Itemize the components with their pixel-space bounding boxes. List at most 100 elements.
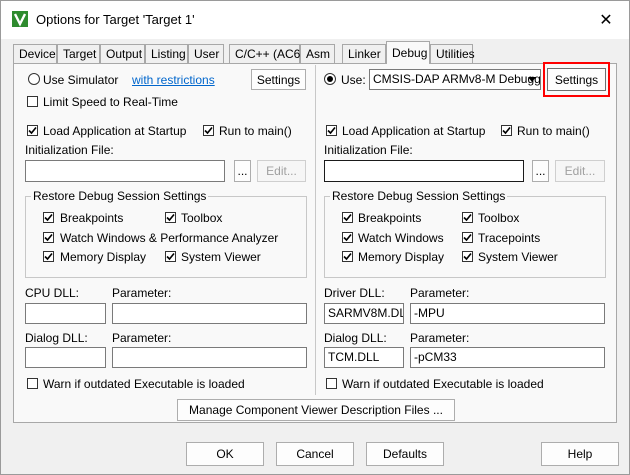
debugger-select[interactable]: CMSIS-DAP ARMv8-M Debugg [369, 69, 541, 90]
right-run-to-main-checkbox[interactable] [501, 125, 512, 136]
checkmark-icon [463, 213, 472, 222]
dialog-dll-label: Dialog DLL: [25, 331, 88, 345]
cpu-dll-label: CPU DLL: [25, 286, 80, 300]
cpu-param-input[interactable] [112, 303, 307, 324]
checkmark-icon [28, 126, 37, 135]
toolbox-label: Toolbox [181, 211, 223, 225]
right-toolbox-checkbox[interactable] [462, 212, 473, 223]
use-label: Use: [341, 73, 366, 87]
right-watch-windows-checkbox[interactable] [342, 232, 353, 243]
breakpoints-checkbox[interactable] [43, 212, 54, 223]
checkmark-icon [166, 252, 175, 261]
help-button[interactable]: Help [541, 442, 619, 466]
tab-debug[interactable]: Debug [386, 41, 430, 64]
watch-windows-checkbox[interactable] [43, 232, 54, 243]
init-file-label: Initialization File: [25, 143, 114, 157]
checkmark-icon [502, 126, 511, 135]
tab-linker[interactable]: Linker [342, 44, 386, 63]
right-tracepoints-label: Tracepoints [478, 231, 541, 245]
right-watch-windows-label: Watch Windows [358, 231, 444, 245]
window-title: Options for Target 'Target 1' [36, 12, 195, 27]
driver-dll-label: Driver DLL: [324, 286, 385, 300]
right-restore-session-title: Restore Debug Session Settings [330, 189, 508, 203]
watch-windows-label: Watch Windows & Performance Analyzer [60, 231, 279, 245]
use-simulator-label: Use Simulator [43, 73, 119, 87]
checkmark-icon [343, 252, 352, 261]
warn-outdated-checkbox[interactable] [27, 378, 38, 389]
run-to-main-checkbox[interactable] [203, 125, 214, 136]
dialog-dll-input[interactable] [25, 347, 106, 368]
right-init-file-edit-button[interactable]: Edit... [555, 160, 605, 182]
debugger-settings-button[interactable]: Settings [547, 68, 606, 91]
defaults-button[interactable]: Defaults [366, 442, 444, 466]
right-run-to-main-label: Run to main() [517, 124, 590, 138]
right-dialog-param-label: Parameter: [410, 331, 470, 345]
simulator-settings-button[interactable]: Settings [251, 69, 306, 90]
right-dialog-param-input[interactable]: -pCM33 [410, 347, 605, 368]
checkmark-icon [343, 213, 352, 222]
cpu-dll-input[interactable] [25, 303, 106, 324]
tab-target[interactable]: Target [57, 44, 100, 63]
right-memory-display-label: Memory Display [358, 250, 445, 264]
dialog-param-input[interactable] [112, 347, 307, 368]
init-file-edit-button[interactable]: Edit... [257, 160, 306, 182]
restrictions-link[interactable]: with restrictions [132, 73, 215, 87]
load-app-checkbox[interactable] [27, 125, 38, 136]
memory-display-checkbox[interactable] [43, 251, 54, 262]
tab-asm[interactable]: Asm [300, 44, 335, 63]
checkmark-icon [343, 233, 352, 242]
checkmark-icon [44, 213, 53, 222]
tab-output[interactable]: Output [100, 44, 145, 63]
limit-speed-checkbox[interactable] [27, 96, 38, 107]
tab-device[interactable]: Device [13, 44, 57, 63]
keil-app-icon [12, 11, 28, 27]
checkmark-icon [463, 252, 472, 261]
right-memory-display-checkbox[interactable] [342, 251, 353, 262]
right-warn-outdated-checkbox[interactable] [326, 378, 337, 389]
checkmark-icon [463, 233, 472, 242]
tab-utilities[interactable]: Utilities [430, 44, 475, 63]
right-load-app-checkbox[interactable] [326, 125, 337, 136]
close-icon[interactable]: ✕ [583, 1, 629, 39]
cancel-button[interactable]: Cancel [276, 442, 354, 466]
right-breakpoints-label: Breakpoints [358, 211, 422, 225]
cpu-param-label: Parameter: [112, 286, 172, 300]
right-warn-outdated-label: Warn if outdated Executable is loaded [342, 377, 544, 391]
limit-speed-label: Limit Speed to Real-Time [43, 95, 178, 109]
restore-session-title: Restore Debug Session Settings [31, 189, 209, 203]
right-system-viewer-checkbox[interactable] [462, 251, 473, 262]
tab-c-cpp[interactable]: C/C++ (AC6) [229, 44, 304, 63]
use-debugger-radio[interactable] [324, 73, 336, 85]
driver-dll-input[interactable]: SARMV8M.DLL [324, 303, 404, 324]
driver-param-input[interactable]: -MPU [410, 303, 605, 324]
init-file-browse-button[interactable]: ... [234, 160, 251, 182]
right-init-file-label: Initialization File: [324, 143, 413, 157]
use-simulator-radio[interactable] [28, 73, 40, 85]
toolbox-checkbox[interactable] [165, 212, 176, 223]
right-load-app-label: Load Application at Startup [342, 124, 486, 138]
chevron-down-icon[interactable] [524, 70, 540, 89]
right-system-viewer-label: System Viewer [478, 250, 558, 264]
right-init-file-input[interactable] [324, 160, 524, 182]
checkmark-icon [327, 126, 336, 135]
right-dialog-dll-input[interactable]: TCM.DLL [324, 347, 404, 368]
system-viewer-checkbox[interactable] [165, 251, 176, 262]
options-dialog: Options for Target 'Target 1' ✕ Device T… [0, 0, 630, 475]
right-breakpoints-checkbox[interactable] [342, 212, 353, 223]
title-bar[interactable]: Options for Target 'Target 1' ✕ [1, 1, 629, 39]
tab-listing[interactable]: Listing [145, 44, 188, 63]
right-init-file-browse-button[interactable]: ... [532, 160, 549, 182]
init-file-input[interactable] [25, 160, 225, 182]
run-to-main-label: Run to main() [219, 124, 292, 138]
manage-component-viewer-button[interactable]: Manage Component Viewer Description File… [177, 399, 455, 421]
right-tracepoints-checkbox[interactable] [462, 232, 473, 243]
checkmark-icon [44, 252, 53, 261]
ok-button[interactable]: OK [186, 442, 264, 466]
load-app-label: Load Application at Startup [43, 124, 187, 138]
right-toolbox-label: Toolbox [478, 211, 520, 225]
driver-param-label: Parameter: [410, 286, 470, 300]
dialog-param-label: Parameter: [112, 331, 172, 345]
warn-outdated-label: Warn if outdated Executable is loaded [43, 377, 245, 391]
debugger-select-value: CMSIS-DAP ARMv8-M Debugg [373, 72, 541, 86]
tab-user[interactable]: User [188, 44, 224, 63]
